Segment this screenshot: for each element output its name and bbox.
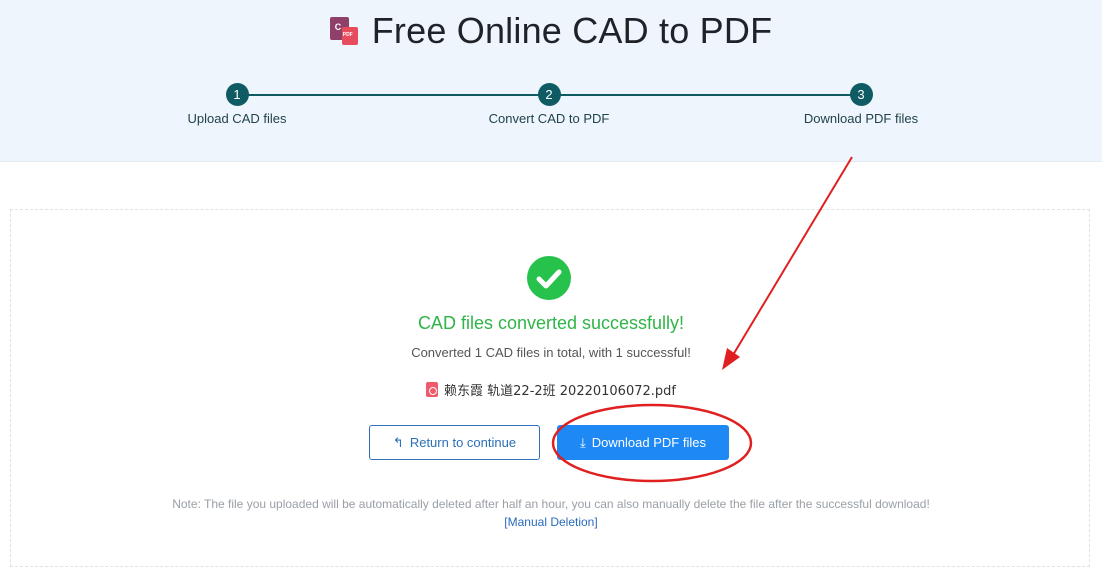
progress-steps: 1 Upload CAD files 2 Convert CAD to PDF … xyxy=(0,83,1102,143)
return-arrow-icon: ↰ xyxy=(392,434,404,450)
return-to-continue-button[interactable]: ↰ Return to continue xyxy=(369,425,540,460)
check-circle-icon xyxy=(527,256,571,300)
step-number: 3 xyxy=(849,83,873,106)
return-button-label: Return to continue xyxy=(409,435,517,450)
file-name[interactable]: 赖东霞 轨道22-2班 20220106072.pdf xyxy=(444,380,676,399)
step-label: Download PDF files xyxy=(803,111,919,126)
success-title: CAD files converted successfully! xyxy=(417,313,685,333)
converted-file[interactable]: 赖东霞 轨道22-2班 20220106072.pdf xyxy=(0,380,1102,399)
page-title: Free Online CAD to PDF xyxy=(371,10,773,51)
step-label: Upload CAD files xyxy=(187,111,287,126)
cad-to-pdf-logo-icon: C PDF xyxy=(329,17,360,47)
step-number: 2 xyxy=(537,83,561,106)
deletion-note: Note: The file you uploaded will be auto… xyxy=(172,497,930,511)
manual-deletion-link[interactable]: [Manual Deletion] xyxy=(0,515,1102,529)
step-convert: 2 Convert CAD to PDF xyxy=(449,83,649,126)
conversion-summary: Converted 1 CAD files in total, with 1 s… xyxy=(411,345,691,360)
step-download: 3 Download PDF files xyxy=(761,83,961,126)
step-label: Convert CAD to PDF xyxy=(488,111,610,126)
title-row: C PDF Free Online CAD to PDF xyxy=(0,10,1102,52)
download-icon: ⤓ xyxy=(580,434,586,450)
download-pdf-button[interactable]: ⤓ Download PDF files xyxy=(557,425,729,460)
step-upload: 1 Upload CAD files xyxy=(137,83,337,126)
pdf-file-icon xyxy=(426,382,439,397)
step-number: 1 xyxy=(225,83,249,106)
hero-header: C PDF Free Online CAD to PDF 1 Upload CA… xyxy=(0,0,1102,162)
download-button-label: Download PDF files xyxy=(591,435,706,450)
